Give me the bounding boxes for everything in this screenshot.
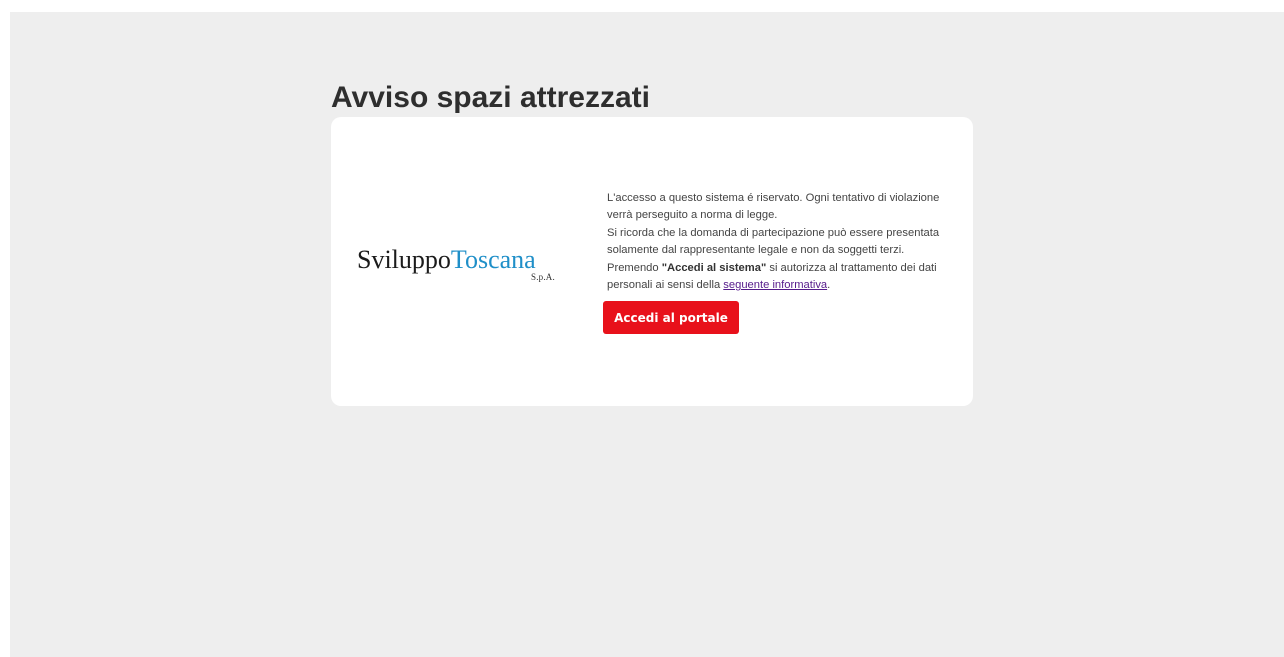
notice-line-legal-representative: Si ricorda che la domanda di partecipazi…: [607, 226, 940, 257]
notice-line-restricted: L'accesso a questo sistema é riservato. …: [607, 192, 940, 222]
notice-privacy-suffix: .: [827, 279, 831, 292]
logo-suffix: S.p.A.: [531, 272, 555, 282]
logo-wordmark: SviluppoToscana: [357, 245, 536, 275]
logo-word-sviluppo: Sviluppo: [357, 245, 451, 274]
notice-privacy-prefix: Premendo: [607, 261, 662, 274]
login-card: SviluppoToscana S.p.A. L'accesso a quest…: [331, 117, 973, 406]
page-title: Avviso spazi attrezzati: [331, 81, 650, 114]
login-portal-button[interactable]: Accedi al portale: [603, 301, 739, 334]
logo-word-toscana: Toscana: [450, 245, 536, 274]
notice-privacy-bold: "Accedi al sistema": [661, 261, 767, 274]
sviluppo-toscana-logo: SviluppoToscana S.p.A.: [357, 245, 567, 287]
access-notice: L'accesso a questo sistema é riservato. …: [607, 190, 957, 294]
privacy-info-link[interactable]: seguente informativa: [723, 279, 827, 291]
notice-line-privacy: Premendo "Accedi al sistema" si autorizz…: [607, 260, 957, 295]
